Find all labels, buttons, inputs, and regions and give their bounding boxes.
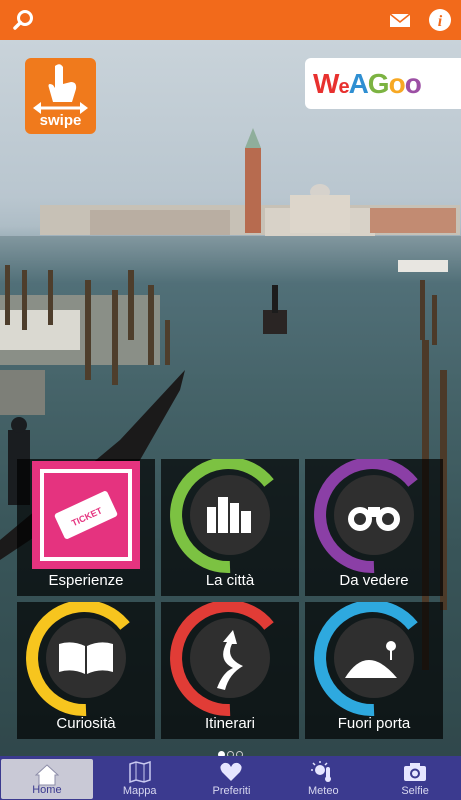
bottom-nav: Home Mappa Preferiti Meteo Selfie [0, 756, 461, 800]
weather-icon [311, 761, 332, 782]
nav-mappa[interactable]: Mappa [94, 756, 186, 800]
heart-icon [220, 762, 243, 781]
swipe-badge: swipe [25, 58, 96, 134]
mail-icon[interactable] [388, 8, 412, 32]
tile-label: Da vedere [339, 572, 409, 589]
tile-itinerari[interactable]: Itinerari [161, 602, 299, 739]
tile-label: Fuori porta [337, 715, 411, 732]
map-icon [128, 761, 151, 783]
tile-label: Itinerari [204, 715, 256, 732]
svg-text:i: i [438, 13, 443, 30]
tile-la-citta[interactable]: La città [161, 459, 299, 596]
info-icon[interactable]: i [427, 7, 453, 33]
tile-curiosita[interactable]: Curiosità [17, 602, 155, 739]
home-icon [34, 764, 59, 786]
tile-label: Esperienze [48, 572, 124, 589]
nav-selfie[interactable]: Selfie [369, 756, 461, 800]
top-bar: i [0, 0, 461, 40]
nav-home[interactable]: Home [1, 759, 93, 799]
tile-fuori-porta[interactable]: Fuori porta [305, 602, 443, 739]
swipe-label: swipe [39, 112, 82, 129]
camera-icon [404, 763, 427, 781]
weagoo-logo: WeAGoo [305, 58, 461, 109]
tile-da-vedere[interactable]: Da vedere [305, 459, 443, 596]
tile-label: La città [205, 572, 255, 589]
search-icon[interactable] [12, 8, 36, 32]
logo-text: WeAGoo [313, 68, 422, 99]
tile-esperienze[interactable]: TICKET Esperienze [17, 459, 155, 596]
nav-meteo[interactable]: Meteo [277, 756, 369, 800]
nav-preferiti[interactable]: Preferiti [186, 756, 278, 800]
tile-label: Curiosità [56, 715, 116, 732]
